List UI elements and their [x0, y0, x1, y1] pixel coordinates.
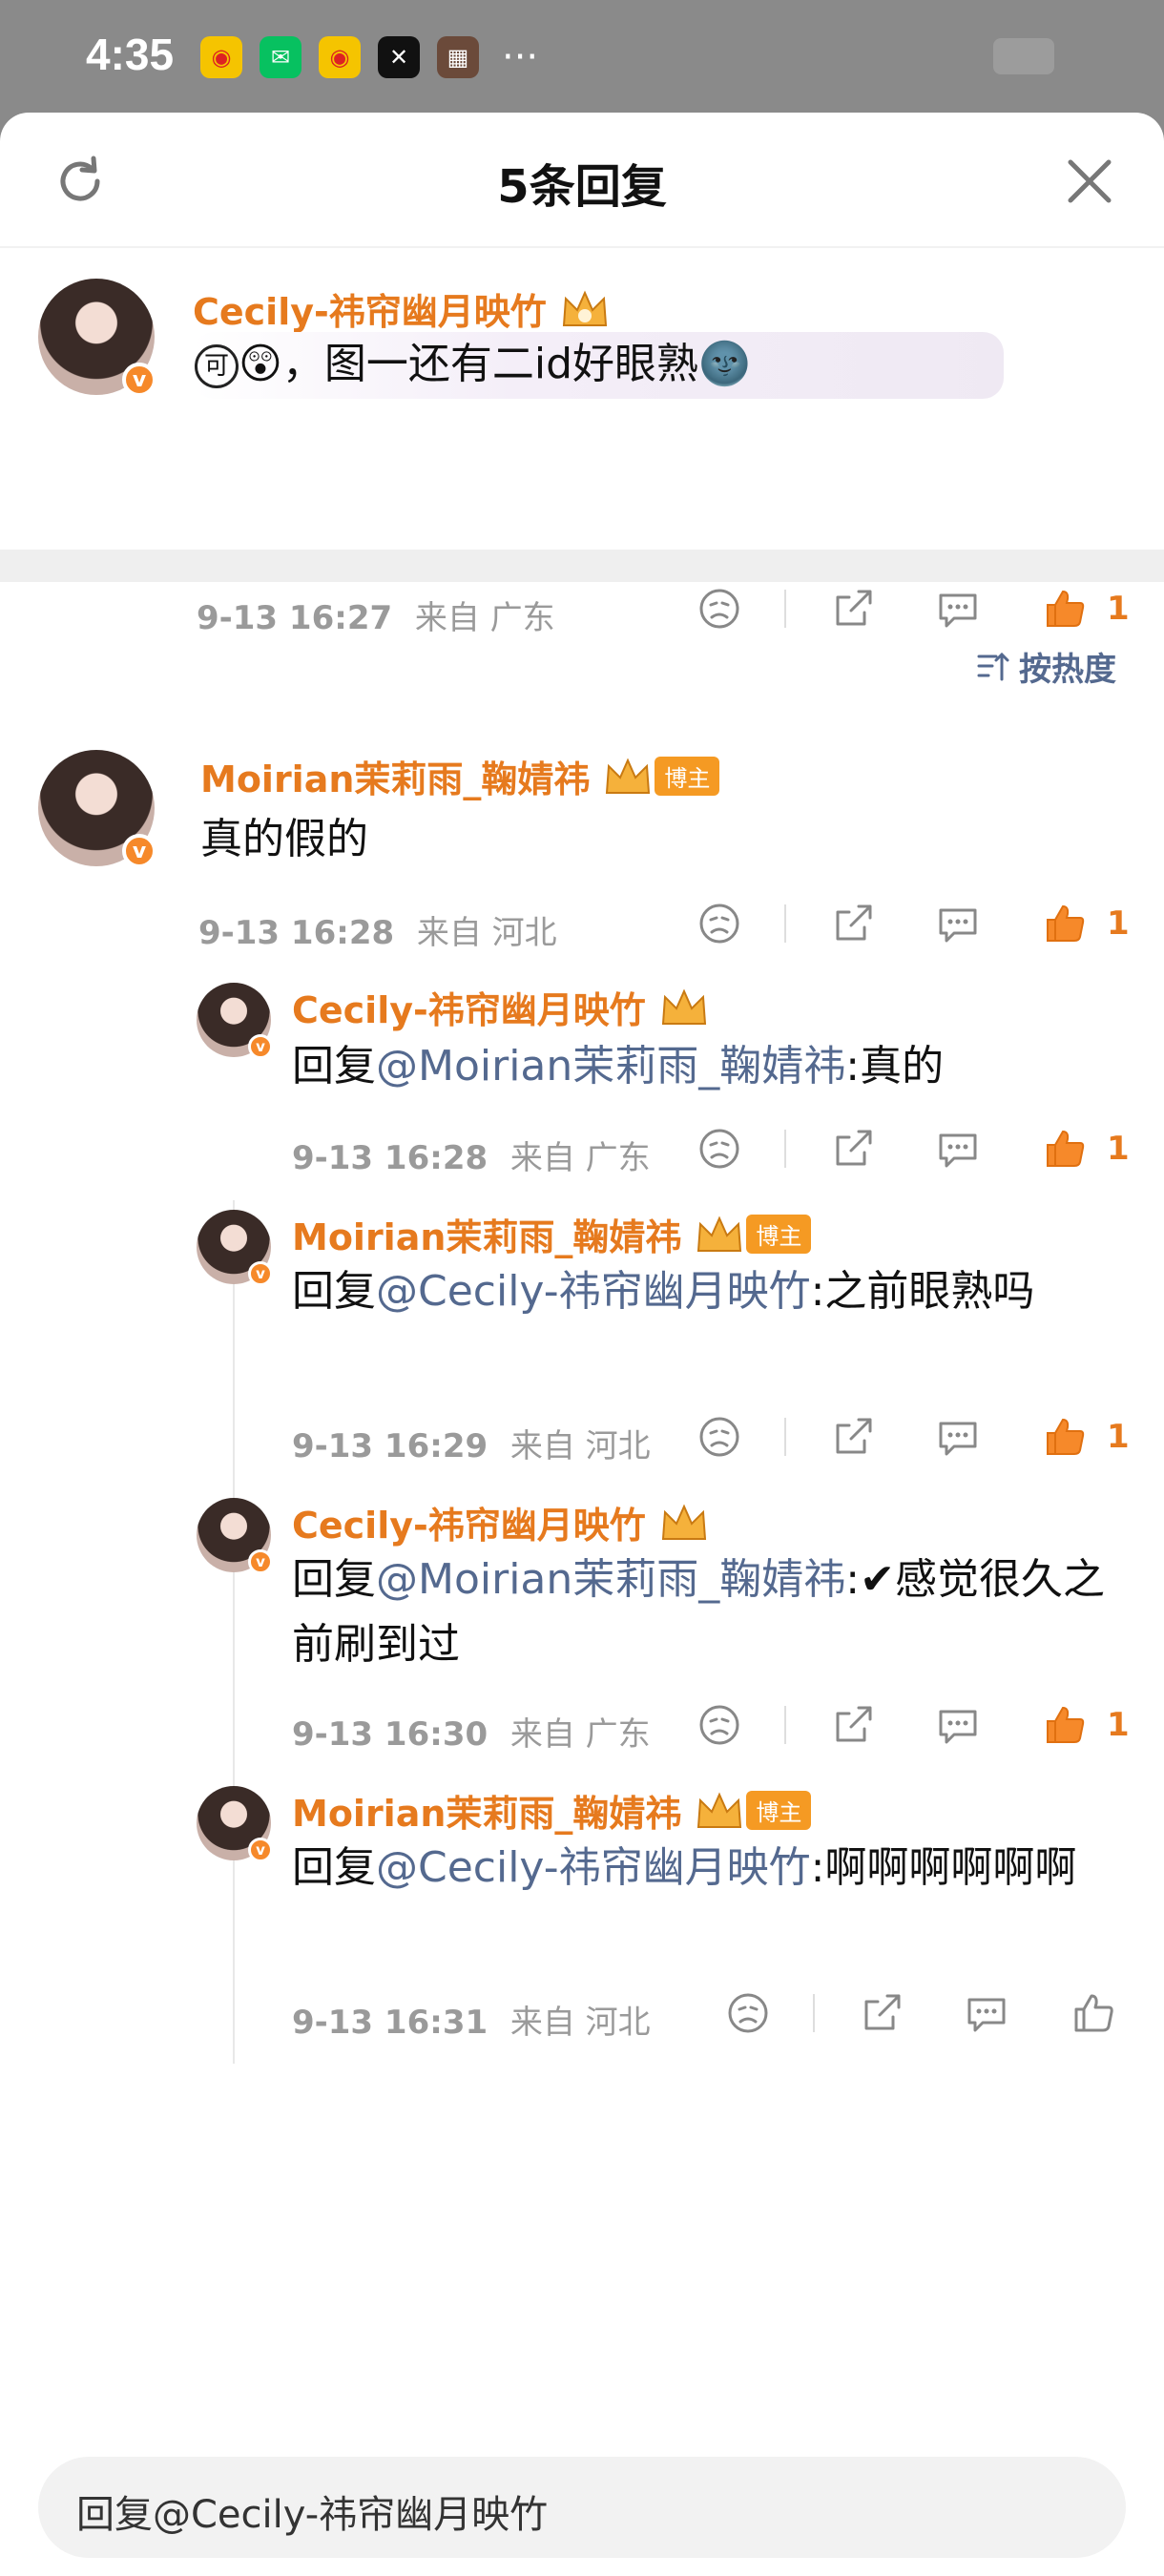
dislike-face-icon[interactable] — [696, 1702, 742, 1748]
share-icon[interactable] — [830, 1126, 876, 1172]
comment-icon[interactable] — [935, 901, 981, 946]
sub-reply-actions: 1 — [696, 1414, 1135, 1462]
weibo-icon: ◉ — [200, 36, 242, 78]
mention-link[interactable]: @Moirian茉莉雨_鞠婧祎 — [376, 1042, 845, 1091]
crown-icon — [697, 1215, 742, 1252]
divider — [784, 904, 786, 943]
share-icon[interactable] — [830, 586, 876, 632]
crown-icon — [661, 988, 706, 1025]
more-icon: ··· — [502, 35, 539, 79]
divider — [784, 1130, 786, 1168]
sub-reply-actions: 1 — [696, 1126, 1135, 1174]
sheet-header: 5条回复 — [0, 113, 1164, 248]
page-title: 5条回复 — [497, 160, 667, 214]
comment-actions: 1 — [696, 586, 1135, 634]
crown-icon — [562, 290, 607, 326]
capcut-icon: ✕ — [378, 36, 420, 78]
sub-reply-username[interactable]: Cecily-祎帘幽月映竹 — [292, 1496, 711, 1548]
battery-icon — [993, 38, 1054, 74]
reply-actions: 1 — [696, 901, 1135, 948]
dislike-face-icon[interactable] — [696, 1414, 742, 1460]
crown-icon — [606, 758, 651, 794]
share-icon[interactable] — [859, 1990, 904, 2036]
mention-link[interactable]: @Moirian茉莉雨_鞠婧祎 — [376, 1555, 845, 1604]
sub-reply-text: 回复@Cecily-祎帘幽月映竹:之前眼熟吗 — [292, 1267, 1035, 1316]
share-icon[interactable] — [830, 1702, 876, 1748]
wechat-icon: ✉ — [260, 36, 301, 78]
sub-reply-meta: 9-13 16:30 来自 广东 — [292, 1715, 651, 1754]
reply-username[interactable]: Moirian茉莉雨_鞠婧祎 博主 — [200, 750, 720, 802]
share-icon[interactable] — [830, 901, 876, 946]
sub-reply-text: 回复@Moirian茉莉雨_鞠婧祎:真的 — [292, 1042, 945, 1091]
reply-input-placeholder: 回复@Cecily-祎帘幽月映竹 — [76, 2493, 549, 2537]
status-time: 4:35 — [86, 30, 175, 79]
comment-icon[interactable] — [935, 1414, 981, 1460]
close-icon[interactable] — [1061, 153, 1118, 210]
like-count: 1 — [1107, 904, 1130, 943]
divider — [784, 1706, 786, 1744]
app-thumbnail-icon: ▦ — [437, 36, 479, 78]
dislike-face-icon[interactable] — [696, 586, 742, 632]
like-icon[interactable] — [1042, 901, 1088, 946]
comment-icon[interactable] — [935, 1126, 981, 1172]
sub-reply-username[interactable]: Moirian茉莉雨_鞠婧祎 博主 — [292, 1208, 812, 1260]
author-badge: 博主 — [655, 757, 720, 796]
section-divider — [0, 550, 1164, 582]
sub-reply-actions: 1 — [696, 1702, 1135, 1750]
ke-emoji-icon: 可 — [195, 344, 239, 388]
share-icon[interactable] — [830, 1414, 876, 1460]
mention-link[interactable]: @Cecily-祎帘幽月映竹 — [376, 1267, 811, 1316]
sort-icon — [977, 652, 1009, 680]
reply-meta: 9-13 16:28 来自 河北 — [198, 914, 557, 952]
divider — [784, 590, 786, 628]
author-badge: 博主 — [746, 1215, 812, 1254]
sub-reply-meta: 9-13 16:28 来自 广东 — [292, 1139, 651, 1177]
divider — [784, 1418, 786, 1456]
comment-icon[interactable] — [964, 1990, 1009, 2036]
comment-meta: 9-13 16:27 来自 广东 — [197, 599, 555, 637]
reply-text: 真的假的 — [200, 815, 368, 863]
replies-sheet: 5条回复 v Cecily-祎帘幽月映竹 可 😲，图一还有二id好眼熟🌚 9-13… — [0, 113, 1164, 2576]
avatar[interactable]: v — [197, 1210, 273, 1286]
weibo-icon-2: ◉ — [319, 36, 361, 78]
comment-icon[interactable] — [935, 1702, 981, 1748]
crown-icon — [697, 1792, 742, 1828]
sort-button[interactable]: 按热度 — [975, 643, 1116, 690]
dislike-face-icon[interactable] — [696, 1126, 742, 1172]
sub-reply-text: 回复@Moirian茉莉雨_鞠婧祎:✔感觉很久之前刷到过 — [292, 1555, 1105, 1669]
status-bar: 4:35 ◉ ✉ ◉ ✕ ▦ ··· — [0, 0, 1164, 113]
reply-input[interactable]: 回复@Cecily-祎帘幽月映竹 — [38, 2457, 1126, 2558]
avatar[interactable]: v — [38, 279, 156, 397]
like-icon[interactable] — [1042, 1702, 1088, 1748]
like-icon[interactable] — [1070, 1990, 1116, 2036]
comment-text: 可 😲，图一还有二id好眼熟🌚 — [193, 332, 1004, 399]
author-badge: 博主 — [746, 1791, 812, 1830]
divider — [813, 1994, 815, 2032]
sub-reply-username[interactable]: Cecily-祎帘幽月映竹 — [292, 981, 711, 1033]
sub-reply-actions — [725, 1990, 1126, 2038]
avatar[interactable]: v — [38, 750, 156, 868]
comment-username[interactable]: Cecily-祎帘幽月映竹 — [193, 282, 612, 335]
crown-icon — [661, 1504, 706, 1540]
like-icon[interactable] — [1042, 1126, 1088, 1172]
status-app-icons: ◉ ✉ ◉ ✕ ▦ ··· — [200, 36, 538, 78]
avatar[interactable]: v — [197, 1786, 273, 1862]
like-count: 1 — [1107, 1130, 1130, 1168]
avatar[interactable]: v — [197, 1498, 273, 1574]
sub-reply-meta: 9-13 16:31 来自 河北 — [292, 2004, 651, 2042]
mention-link[interactable]: @Cecily-祎帘幽月映竹 — [376, 1843, 811, 1892]
like-icon[interactable] — [1042, 1414, 1088, 1460]
like-count: 1 — [1107, 590, 1130, 628]
dislike-face-icon[interactable] — [725, 1990, 771, 2036]
sub-reply-meta: 9-13 16:29 来自 河北 — [292, 1427, 651, 1465]
like-icon[interactable] — [1042, 586, 1088, 632]
sub-reply-username[interactable]: Moirian茉莉雨_鞠婧祎 博主 — [292, 1784, 812, 1837]
like-count: 1 — [1107, 1418, 1130, 1456]
avatar[interactable]: v — [197, 983, 273, 1059]
dislike-face-icon[interactable] — [696, 901, 742, 946]
sub-reply-text: 回复@Cecily-祎帘幽月映竹:啊啊啊啊啊啊 — [292, 1843, 1077, 1892]
thread-line — [233, 1200, 235, 2064]
like-count: 1 — [1107, 1706, 1130, 1744]
comment-icon[interactable] — [935, 586, 981, 632]
